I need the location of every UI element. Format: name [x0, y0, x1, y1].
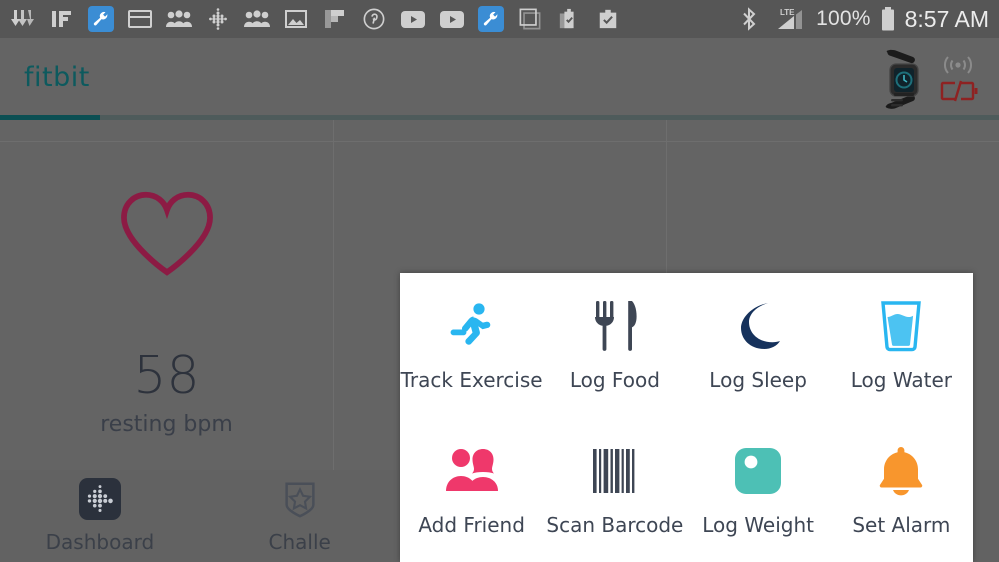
- heart-rate-card[interactable]: 58 resting bpm: [0, 142, 333, 470]
- quick-action-label: Log Water: [850, 368, 952, 393]
- quick-action-label: Log Sleep: [709, 368, 807, 393]
- nav-label-dashboard: Dashboard: [45, 530, 155, 554]
- people-icon: [166, 6, 192, 32]
- running-person-icon: [444, 298, 500, 354]
- card-icon: [127, 6, 153, 32]
- status-bar-notification-icons: [10, 6, 736, 32]
- water-glass-icon: [873, 298, 929, 354]
- quick-action-label: Add Friend: [418, 512, 525, 537]
- quick-action-label: Set Alarm: [852, 512, 951, 537]
- quick-action-scan-barcode[interactable]: Scan Barcode: [543, 418, 686, 562]
- quick-action-log-water[interactable]: Log Water: [830, 273, 973, 418]
- nav-item-dashboard[interactable]: Dashboard: [0, 470, 200, 562]
- heart-outline-icon: [120, 191, 213, 276]
- quick-action-label: Log Weight: [702, 512, 814, 537]
- youtube-icon: [400, 6, 426, 32]
- pinterest-icon: [361, 6, 387, 32]
- people-icon-2: [244, 6, 270, 32]
- ifttt-icon: [49, 6, 75, 32]
- card-divider: [333, 120, 334, 470]
- bluetooth-icon: [736, 6, 762, 32]
- flipboard-icon: [322, 6, 348, 32]
- youtube-icon-2: [439, 6, 465, 32]
- app-header: fitbit: [0, 38, 999, 115]
- quick-action-log-food[interactable]: Log Food: [543, 273, 686, 418]
- quick-action-set-alarm[interactable]: Set Alarm: [830, 418, 973, 562]
- scale-icon: [730, 443, 786, 499]
- quick-action-label: Track Exercise: [400, 368, 543, 393]
- quick-action-add-friend[interactable]: Add Friend: [400, 418, 543, 562]
- signal-icon: LTE: [771, 6, 807, 32]
- quick-action-label: Log Food: [569, 368, 660, 393]
- two-people-icon: [444, 443, 500, 499]
- star-badge-icon: [285, 482, 315, 518]
- tasks-icon: [556, 6, 582, 32]
- fitbit-blaze-watch-icon[interactable]: [873, 48, 933, 112]
- quick-action-track-exercise[interactable]: Track Exercise: [400, 273, 543, 418]
- bell-icon: [873, 443, 929, 499]
- device-status-area[interactable]: [867, 44, 987, 114]
- photo-icon: [283, 6, 309, 32]
- fitbit-dots-logo-icon: [78, 478, 121, 520]
- google-plus-icon: [517, 6, 543, 32]
- device-battery-empty-icon: [940, 80, 978, 102]
- quick-action-label: Scan Barcode: [546, 512, 684, 537]
- quick-action-log-weight[interactable]: Log Weight: [687, 418, 830, 562]
- status-bar: LTE 100% 8:57 AM: [0, 0, 999, 38]
- nav-item-challenges[interactable]: Challe: [200, 470, 400, 562]
- fork-knife-icon: [587, 298, 643, 354]
- heart-rate-label: resting bpm: [100, 412, 233, 437]
- download-icon: [10, 6, 36, 32]
- battery-percent-label: 100%: [816, 7, 871, 30]
- crescent-moon-icon: [730, 298, 786, 354]
- task-icon: [595, 6, 621, 32]
- wrench-badge-icon: [88, 6, 114, 32]
- nav-label-challenges: Challe: [268, 530, 331, 554]
- battery-full-icon: [880, 6, 896, 32]
- clock-label: 8:57 AM: [904, 5, 989, 32]
- quick-action-menu[interactable]: Track Exercise Log Food Log Sleep Log Wa…: [400, 273, 973, 562]
- status-bar-system-icons: LTE 100% 8:57 AM: [736, 6, 989, 33]
- svg-text:LTE: LTE: [780, 8, 795, 17]
- fitbit-dots-icon: [205, 6, 231, 32]
- fitbit-brand-logo: fitbit: [24, 62, 90, 93]
- wrench-badge-icon-2: [478, 6, 504, 32]
- sync-waves-icon: [944, 56, 972, 74]
- quick-action-log-sleep[interactable]: Log Sleep: [687, 273, 830, 418]
- heart-rate-value: 58: [133, 346, 200, 406]
- barcode-icon: [587, 443, 643, 499]
